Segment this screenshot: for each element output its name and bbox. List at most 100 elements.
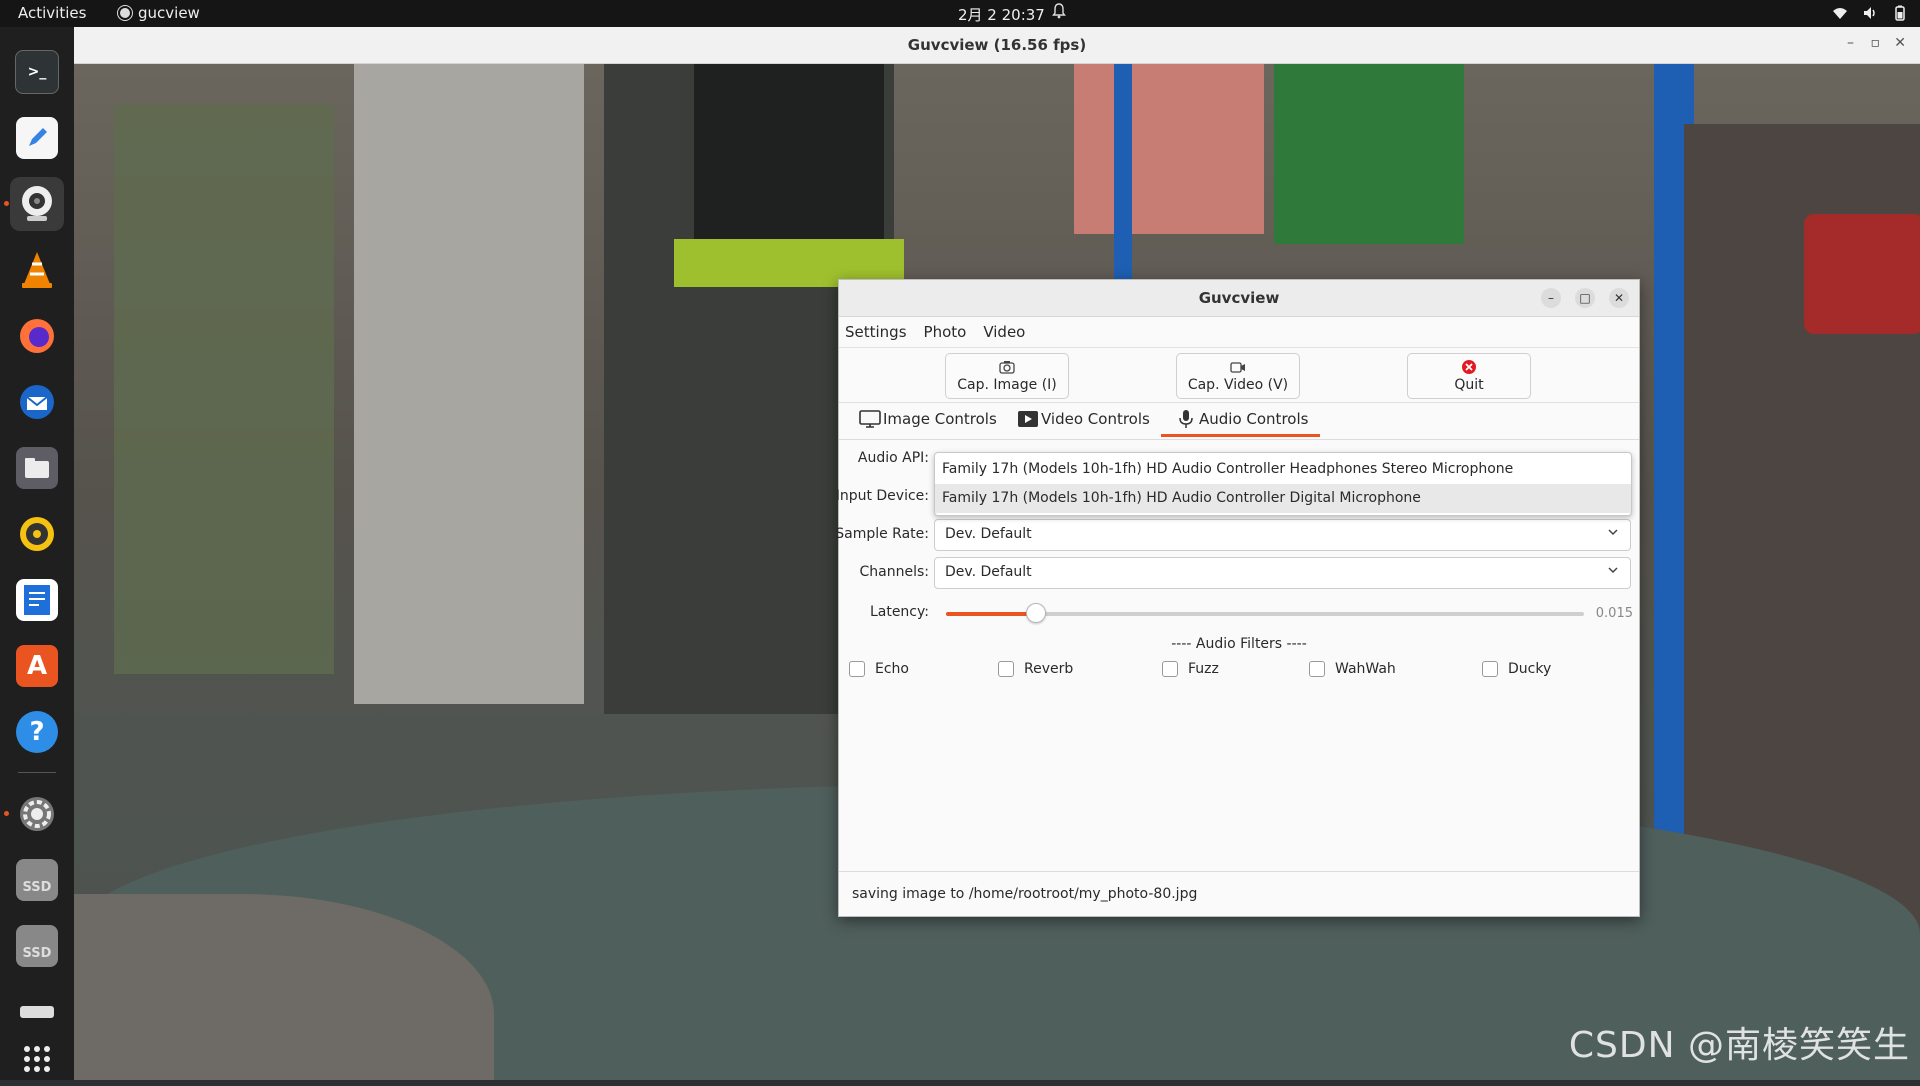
dock-vlc[interactable]: [10, 243, 64, 297]
watermark: CSDN @南棱笑笑生: [1568, 1025, 1910, 1066]
restore-icon[interactable]: ▫: [1871, 35, 1881, 51]
tab-audio-label: Audio Controls: [1199, 410, 1309, 428]
menu-settings[interactable]: Settings: [845, 323, 907, 341]
top-bar: Activities gucview 2月 2 20:37: [0, 0, 1920, 27]
reverb-checkbox[interactable]: Reverb: [998, 661, 1073, 677]
monitor: [694, 64, 884, 244]
tab-image-label: Image Controls: [883, 410, 997, 428]
sample-rate-label: Sample Rate:: [835, 526, 929, 542]
volume-icon: [1864, 7, 1875, 19]
dock-help[interactable]: ?: [10, 705, 64, 759]
dialog-minimize-button[interactable]: –: [1541, 288, 1561, 308]
menu-photo[interactable]: Photo: [924, 323, 967, 341]
writer-icon: [16, 579, 58, 621]
dialog-close-button[interactable]: ✕: [1609, 288, 1629, 308]
guvcview-dialog: Guvcview – □ ✕ Settings Photo Video Cap.…: [835, 279, 1640, 917]
rhythmbox-icon: [16, 513, 58, 555]
bell-icon[interactable]: [1052, 3, 1066, 19]
sample-rate-value: Dev. Default: [945, 526, 1032, 542]
latency-label: Latency:: [869, 604, 929, 620]
close-icon[interactable]: ✕: [1894, 35, 1906, 51]
battery-icon: [1895, 5, 1905, 21]
latency-slider-handle[interactable]: [1026, 603, 1047, 623]
thunderbird-icon: [16, 381, 58, 423]
clock[interactable]: 2月 2 20:37: [958, 4, 1045, 25]
green-box: [1274, 64, 1464, 244]
chevron-down-icon: [1608, 567, 1618, 574]
activities-button[interactable]: Activities: [18, 4, 86, 22]
dock-firefox[interactable]: [10, 309, 64, 363]
dock-files[interactable]: [10, 441, 64, 495]
input-device-dropdown-popup: Family 17h (Models 10h-1fh) HD Audio Con…: [934, 452, 1632, 516]
dialog-title: Guvcview: [1198, 289, 1280, 307]
fuzz-label: Fuzz: [1188, 661, 1219, 677]
files-icon: [16, 447, 58, 489]
app-indicator-icon: [118, 6, 132, 20]
app-menu-label: gucview: [138, 4, 200, 22]
ssd-drive-icon: SSD: [16, 859, 58, 901]
text-editor-icon: [16, 117, 58, 159]
dialog-titlebar[interactable]: Guvcview – □ ✕: [839, 280, 1639, 317]
red-bag: [1804, 214, 1920, 334]
dock-text-editor[interactable]: [10, 111, 64, 165]
running-indicator: [4, 811, 9, 816]
fuzz-checkbox[interactable]: Fuzz: [1162, 661, 1219, 677]
quit-label: Quit: [1454, 377, 1484, 393]
vlc-icon: [16, 249, 58, 291]
ducky-label: Ducky: [1508, 661, 1552, 677]
app-menu[interactable]: gucview: [118, 4, 200, 22]
sample-rate-select[interactable]: Dev. Default: [934, 519, 1631, 551]
latency-value: 0.015: [1595, 606, 1633, 621]
tab-image-controls[interactable]: Image Controls: [859, 409, 997, 429]
ducky-checkbox[interactable]: Ducky: [1482, 661, 1551, 677]
dock-separator: [18, 772, 56, 773]
system-tray[interactable]: [1832, 5, 1908, 21]
dock-show-apps[interactable]: [10, 1032, 64, 1086]
checkbox-box[interactable]: [998, 661, 1014, 677]
preview-titlebar[interactable]: Guvcview (16.56 fps) – ▫ ✕: [74, 27, 1920, 64]
preview-title: Guvcview (16.56 fps): [907, 36, 1087, 54]
dropdown-option-selected[interactable]: Family 17h (Models 10h-1fh) HD Audio Con…: [935, 484, 1631, 513]
minimize-icon[interactable]: –: [1847, 35, 1854, 51]
dock-writer[interactable]: [10, 573, 64, 627]
audio-api-label: Audio API:: [857, 450, 929, 466]
menu-video[interactable]: Video: [983, 323, 1025, 341]
settings-icon: [16, 793, 58, 835]
echo-checkbox[interactable]: Echo: [849, 661, 909, 677]
cap-video-button[interactable]: Cap. Video (V): [1176, 353, 1300, 399]
dialog-maximize-button[interactable]: □: [1575, 288, 1595, 308]
channels-label: Channels:: [859, 564, 930, 580]
dock-ssd-1[interactable]: SSD: [10, 853, 64, 907]
checkbox-box[interactable]: [1162, 661, 1178, 677]
tab-audio-controls[interactable]: Audio Controls: [1160, 409, 1321, 437]
wall-corner: [354, 64, 584, 704]
dropdown-option[interactable]: Family 17h (Models 10h-1fh) HD Audio Con…: [935, 455, 1631, 484]
dock-thunderbird[interactable]: [10, 375, 64, 429]
pink-box: [1074, 64, 1264, 234]
dock-settings[interactable]: [4, 787, 64, 841]
menubar: Settings Photo Video: [839, 317, 1639, 348]
wahwah-checkbox[interactable]: WahWah: [1309, 661, 1396, 677]
checkbox-box[interactable]: [849, 661, 865, 677]
dock: >_ A ? SSD SSD: [0, 27, 74, 1080]
audio-filters-header: ---- Audio Filters ----: [1171, 636, 1307, 652]
channels-select[interactable]: Dev. Default: [934, 557, 1631, 589]
dock-rhythmbox[interactable]: [10, 507, 64, 561]
dock-ssd-2[interactable]: SSD: [10, 919, 64, 973]
ssd-drive-icon: SSD: [16, 925, 58, 967]
microphone-icon: [1179, 410, 1193, 428]
dock-guvcview[interactable]: [4, 177, 64, 231]
minimize-icon: –: [1548, 291, 1554, 305]
dock-app-center[interactable]: A: [10, 639, 64, 693]
dock-terminal[interactable]: >_: [10, 45, 64, 99]
tab-video-controls[interactable]: Video Controls: [1017, 409, 1150, 429]
dock-drive[interactable]: [10, 985, 64, 1039]
terminal-icon: >_: [15, 50, 59, 94]
echo-label: Echo: [875, 661, 909, 677]
checkbox-box[interactable]: [1309, 661, 1325, 677]
quit-button[interactable]: Quit: [1407, 353, 1531, 399]
status-text: saving image to /home/rootroot/my_photo-…: [852, 886, 1198, 902]
close-icon: ✕: [1613, 291, 1625, 305]
checkbox-box[interactable]: [1482, 661, 1498, 677]
cap-image-button[interactable]: Cap. Image (I): [945, 353, 1069, 399]
